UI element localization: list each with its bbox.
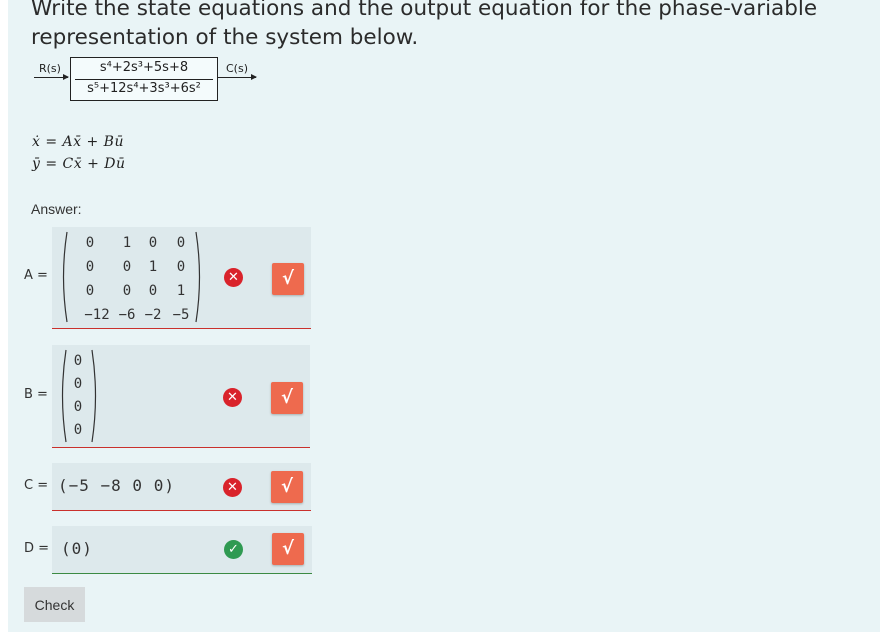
question-line-1: Write the state equations and the output… <box>31 0 818 21</box>
state-equation: ẋ = Ax̄ + Bū <box>32 134 124 150</box>
matrix-a-cell[interactable]: 1 <box>141 259 165 275</box>
math-editor-button[interactable]: √ <box>272 533 304 565</box>
matrix-a-cell[interactable]: 0 <box>78 235 102 251</box>
matrix-a-cell[interactable]: 1 <box>169 283 193 299</box>
math-editor-button[interactable]: √ <box>271 382 303 414</box>
matrix-a-cell[interactable]: −6 <box>115 307 139 323</box>
matrix-a-cell[interactable]: −5 <box>169 307 193 323</box>
matrix-b-label: B = <box>24 387 48 402</box>
matrix-b-cell[interactable]: 0 <box>66 376 90 392</box>
output-arrow <box>218 74 257 80</box>
transfer-function-box: s⁴+2s³+5s+8 s⁵+12s⁴+3s³+6s² <box>70 57 218 101</box>
matrix-a-cell[interactable]: 0 <box>169 259 193 275</box>
matrix-a-cell[interactable]: −2 <box>141 307 165 323</box>
matrix-a-label: A = <box>24 268 48 283</box>
incorrect-icon: ✕ <box>223 478 242 497</box>
fraction-bar <box>75 79 213 80</box>
matrix-c-label: C = <box>24 478 49 493</box>
question-line-2: representation of the system below. <box>31 25 419 50</box>
matrix-a-cell[interactable]: 0 <box>115 283 139 299</box>
input-arrow <box>34 74 69 80</box>
matrix-a-cell[interactable]: 0 <box>115 259 139 275</box>
incorrect-icon: ✕ <box>223 388 242 407</box>
transfer-function-block: R(s) s⁴+2s³+5s+8 s⁵+12s⁴+3s³+6s² C(s) <box>34 55 264 103</box>
matrix-b-cell[interactable]: 0 <box>66 422 90 438</box>
correct-icon: ✓ <box>224 540 243 559</box>
matrix-d-label: D = <box>24 541 50 556</box>
math-editor-button[interactable]: √ <box>271 471 303 503</box>
matrix-b-cell[interactable]: 0 <box>66 353 90 369</box>
question-panel: Write the state equations and the output… <box>8 0 880 632</box>
matrix-a-cell[interactable]: 1 <box>115 235 139 251</box>
input-signal-label: R(s) <box>39 62 61 75</box>
matrix-a-cell[interactable]: 0 <box>169 235 193 251</box>
tf-numerator: s⁴+2s³+5s+8 <box>99 60 189 75</box>
answer-label: Answer: <box>31 201 82 217</box>
right-paren <box>195 231 201 323</box>
left-paren <box>62 231 68 323</box>
matrix-a-cell[interactable]: 0 <box>78 283 102 299</box>
matrix-a-cell[interactable]: 0 <box>78 259 102 275</box>
matrix-a-cell[interactable]: −12 <box>78 307 116 323</box>
matrix-a-cell[interactable]: 0 <box>141 283 165 299</box>
check-button[interactable]: Check <box>24 587 85 622</box>
question-text: Write the state equations and the output… <box>31 0 851 52</box>
output-signal-label: C(s) <box>226 62 248 75</box>
matrix-d-value[interactable]: (0) <box>61 539 93 558</box>
matrix-a-cell[interactable]: 0 <box>141 235 165 251</box>
tf-denominator: s⁵+12s⁴+3s³+6s² <box>87 81 201 96</box>
matrix-c-value[interactable]: (−5 −8 0 0) <box>58 476 175 495</box>
math-editor-button[interactable]: √ <box>272 263 304 295</box>
matrix-b-cell[interactable]: 0 <box>66 399 90 415</box>
incorrect-icon: ✕ <box>224 268 243 287</box>
output-equation: ȳ = Cx̄ + Dū <box>32 156 126 172</box>
right-paren <box>91 349 97 443</box>
